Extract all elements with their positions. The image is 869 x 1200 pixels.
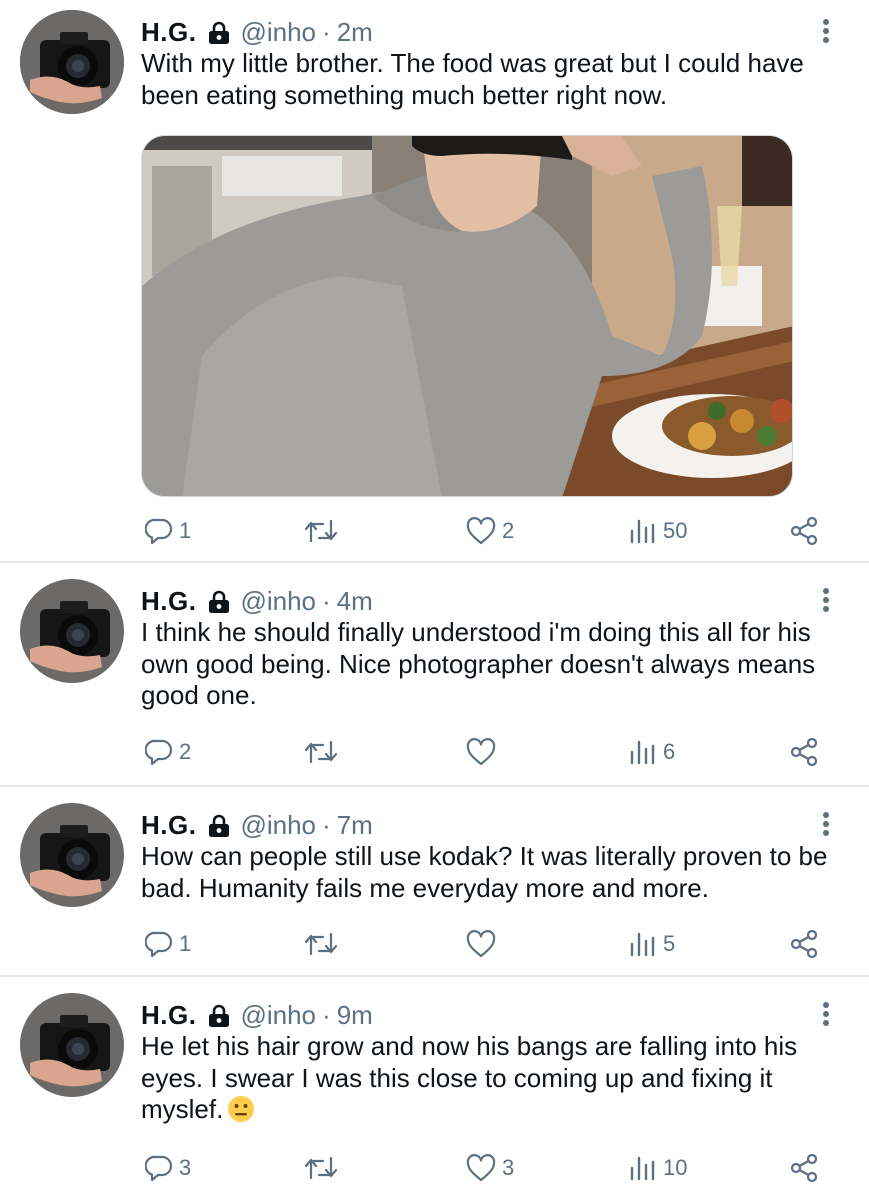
share-button[interactable]	[789, 927, 819, 961]
tweet-actions: 3 3 10	[0, 1151, 869, 1185]
user-handle[interactable]: @inho	[240, 17, 316, 48]
tweet-header: H.G. @inho · 7m	[141, 808, 373, 842]
avatar[interactable]	[20, 803, 124, 907]
retweet-button[interactable]	[303, 514, 345, 548]
user-handle[interactable]: @inho	[240, 810, 316, 841]
timestamp[interactable]: 4m	[337, 586, 373, 617]
tweet-header: H.G. @inho · 4m	[141, 584, 373, 618]
tweet[interactable]: H.G. @inho · 7m How can people still use…	[0, 787, 869, 977]
avatar[interactable]	[20, 579, 124, 683]
views-button[interactable]: 5	[629, 927, 675, 961]
like-button[interactable]	[466, 927, 502, 961]
separator: ·	[322, 585, 331, 616]
retweet-button[interactable]	[303, 1151, 345, 1185]
timestamp[interactable]: 9m	[337, 1000, 373, 1031]
display-name[interactable]: H.G.	[141, 1000, 196, 1031]
share-icon	[790, 516, 818, 546]
avatar[interactable]	[20, 993, 124, 1097]
user-handle[interactable]: @inho	[240, 1000, 316, 1031]
tweet[interactable]: H.G. @inho · 4m I think he should finall…	[0, 563, 869, 787]
more-vertical-icon[interactable]	[816, 999, 836, 1033]
heart-icon	[466, 738, 496, 766]
views-button[interactable]: 6	[629, 735, 675, 769]
tweet-text: How can people still use kodak? It was l…	[141, 841, 828, 903]
heart-icon	[466, 930, 496, 958]
tweet-text: With my little brother. The food was gre…	[141, 48, 804, 110]
views-count: 5	[663, 931, 676, 956]
separator: ·	[322, 809, 331, 840]
like-button[interactable]: 3	[466, 1151, 514, 1185]
views-count: 50	[663, 518, 688, 543]
more-vertical-icon[interactable]	[816, 16, 836, 50]
views-button[interactable]: 50	[629, 514, 687, 548]
lock-icon	[208, 21, 230, 44]
reply-button[interactable]: 2	[145, 735, 191, 769]
separator: ·	[322, 999, 331, 1030]
lock-icon	[208, 1004, 230, 1027]
retweet-icon	[304, 740, 338, 764]
tweet[interactable]: H.G. @inho · 2m With my little brother. …	[0, 0, 869, 563]
tweet-header: H.G. @inho · 9m	[141, 998, 373, 1032]
retweet-icon	[304, 1156, 338, 1180]
timestamp[interactable]: 2m	[337, 17, 373, 48]
like-count: 2	[502, 518, 515, 543]
like-button[interactable]	[466, 735, 502, 769]
share-button[interactable]	[789, 1151, 819, 1185]
heart-icon	[466, 517, 496, 545]
separator: ·	[322, 16, 331, 47]
reply-button[interactable]: 1	[145, 514, 191, 548]
share-button[interactable]	[789, 514, 819, 548]
share-icon	[790, 929, 818, 959]
lock-icon	[208, 590, 230, 613]
retweet-icon	[304, 932, 338, 956]
lock-icon	[208, 814, 230, 837]
like-count: 3	[502, 1155, 515, 1180]
reply-count: 3	[179, 1155, 192, 1180]
reply-icon	[145, 739, 173, 766]
tweet[interactable]: H.G. @inho · 9m He let his hair grow and…	[0, 977, 869, 1200]
tweet-actions: 2 6	[0, 735, 869, 769]
views-bar-chart-icon	[630, 519, 655, 544]
neutral-face-emoji-icon	[228, 1096, 255, 1122]
user-handle[interactable]: @inho	[240, 586, 316, 617]
tweet-photo[interactable]	[141, 135, 793, 497]
retweet-icon	[304, 519, 338, 543]
reply-icon	[145, 1155, 173, 1182]
retweet-button[interactable]	[303, 927, 345, 961]
tweet-header: H.G. @inho · 2m	[141, 15, 373, 49]
views-bar-chart-icon	[630, 932, 655, 957]
views-bar-chart-icon	[630, 1156, 655, 1181]
more-vertical-icon[interactable]	[816, 585, 836, 619]
display-name[interactable]: H.G.	[141, 810, 196, 841]
share-button[interactable]	[789, 735, 819, 769]
reply-button[interactable]: 1	[145, 927, 191, 961]
views-count: 6	[663, 739, 676, 764]
timestamp[interactable]: 7m	[337, 810, 373, 841]
share-icon	[790, 737, 818, 767]
reply-button[interactable]: 3	[145, 1151, 191, 1185]
views-bar-chart-icon	[630, 740, 655, 765]
retweet-button[interactable]	[303, 735, 345, 769]
tweet-text: I think he should finally understood i'm…	[141, 617, 816, 710]
reply-count: 1	[179, 931, 192, 956]
tweet-actions: 1 5	[0, 927, 869, 961]
reply-count: 2	[179, 739, 192, 764]
heart-icon	[466, 1154, 496, 1182]
tweet-actions: 1 2 50	[0, 514, 869, 548]
reply-count: 1	[179, 518, 192, 543]
share-icon	[790, 1153, 818, 1183]
reply-icon	[145, 931, 173, 958]
more-vertical-icon[interactable]	[816, 809, 836, 843]
reply-icon	[145, 518, 173, 545]
avatar[interactable]	[20, 10, 124, 114]
like-button[interactable]: 2	[466, 514, 514, 548]
display-name[interactable]: H.G.	[141, 17, 196, 48]
views-button[interactable]: 10	[629, 1151, 687, 1185]
views-count: 10	[663, 1155, 688, 1180]
display-name[interactable]: H.G.	[141, 586, 196, 617]
tweet-text: He let his hair grow and now his bangs a…	[141, 1031, 841, 1126]
